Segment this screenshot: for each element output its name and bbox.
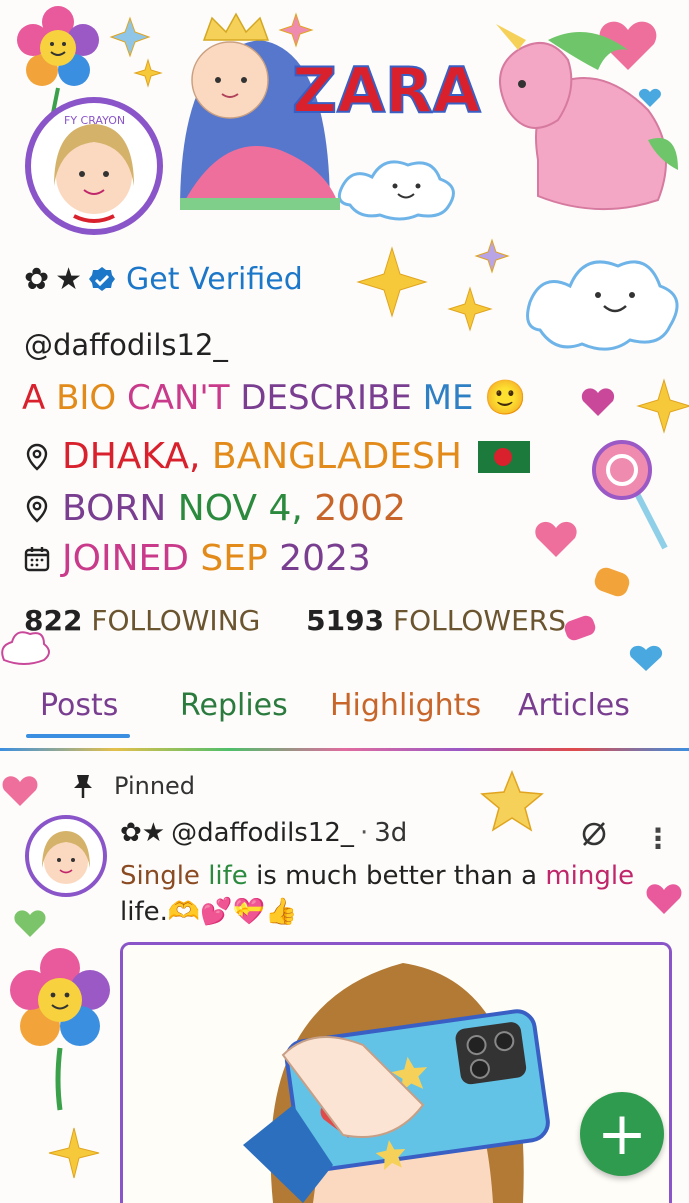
bio-word: DESCRIBE [240,378,423,418]
post-author-avatar[interactable] [24,814,108,898]
star-badge-icon: ★ [55,261,83,297]
location-country: BANGLADESH [211,436,462,477]
more-options-icon[interactable]: ⋮ [644,822,672,855]
profile-birthdate: BORN NOV 4, 2002 [22,488,406,529]
following-link[interactable]: 822 FOLLOWING [24,604,260,637]
bio-emoji: 🙂 [484,378,527,418]
avatar-caption: FY CRAYON [64,114,125,127]
profile-tabs: Posts Replies Highlights Articles [0,688,689,748]
following-count: 822 [24,604,83,637]
post-time: 3d [374,818,408,848]
tab-label: Articles [518,688,630,723]
post-text-part: life [208,861,248,891]
pinned-label: Pinned [114,772,196,800]
profile-joined: JOINED SEP 2023 [22,538,371,579]
post-text-part: is much better than a [247,861,546,891]
tab-label: Highlights [330,688,482,723]
profile-location: DHAKA, BANGLADESH [22,436,530,477]
post-text-part: life. [120,897,168,927]
post-separator: · [359,818,369,848]
bio-word: BIO [56,378,127,418]
verified-check-icon[interactable] [88,266,116,294]
profile-bio: A BIO CAN'T DESCRIBE ME 🙂 [22,378,527,418]
sparkle-doodle [109,16,151,58]
calendar-icon [24,546,50,571]
tab-posts[interactable]: Posts [40,688,118,723]
post-media-image[interactable] [120,942,672,1203]
location-city: DHAKA, [62,436,212,477]
post-text-part: Single [120,861,209,891]
born-date: NOV 4, [177,488,315,529]
banner-title: ZARA [291,50,482,130]
flower-badge-icon: ✿ [24,261,50,297]
post-header: ✿★ @daffodils12_ · 3d [120,818,407,848]
plus-icon: + [596,1099,648,1169]
tab-label: Replies [180,688,288,723]
avatar[interactable]: FY CRAYON [24,96,164,236]
bio-word: ME [422,378,485,418]
bangladesh-flag-icon [477,440,530,473]
profile-badges-row: ✿ ★ Get Verified [24,262,303,297]
post-author-badges: ✿★ [120,818,166,848]
joined-month: SEP [200,538,280,579]
location-pin-icon [26,495,48,523]
tab-posts-underline [26,734,130,738]
post-emoji: 🫶💕💝👍 [167,897,298,927]
tab-label: Posts [40,688,119,723]
followers-label: FOLLOWERS [393,604,566,637]
bio-word: CAN'T [127,378,241,418]
post-text-part: mingle [545,861,635,891]
bio-word: A [22,378,57,418]
compose-post-button[interactable]: + [580,1092,664,1176]
born-label: BORN [62,488,178,529]
tab-articles[interactable]: Articles [518,688,630,723]
post-author-handle[interactable]: @daffodils12_ [171,818,354,848]
post-text: Single life is much better than a mingle… [120,858,660,930]
profile-handle: @daffodils12_ [24,328,228,362]
followers-link[interactable]: 5193 FOLLOWERS [306,604,566,637]
pinned-indicator: Pinned [72,772,195,800]
joined-year: 2023 [279,538,371,579]
tabs-divider [0,748,689,751]
banner-title-text: ZARA [292,54,481,127]
tab-replies[interactable]: Replies [180,688,288,723]
grok-analyze-icon[interactable] [580,820,608,848]
following-label: FOLLOWING [91,604,261,637]
followers-count: 5193 [306,604,385,637]
location-pin-icon [26,443,48,471]
get-verified-link[interactable]: Get Verified [126,262,303,297]
profile-stats: 822 FOLLOWING 5193 FOLLOWERS [24,604,566,637]
unicorn-doodle [496,24,678,211]
joined-label: JOINED [62,538,201,579]
tab-highlights[interactable]: Highlights [330,688,481,723]
born-year: 2002 [314,488,406,529]
pin-icon [74,775,92,798]
